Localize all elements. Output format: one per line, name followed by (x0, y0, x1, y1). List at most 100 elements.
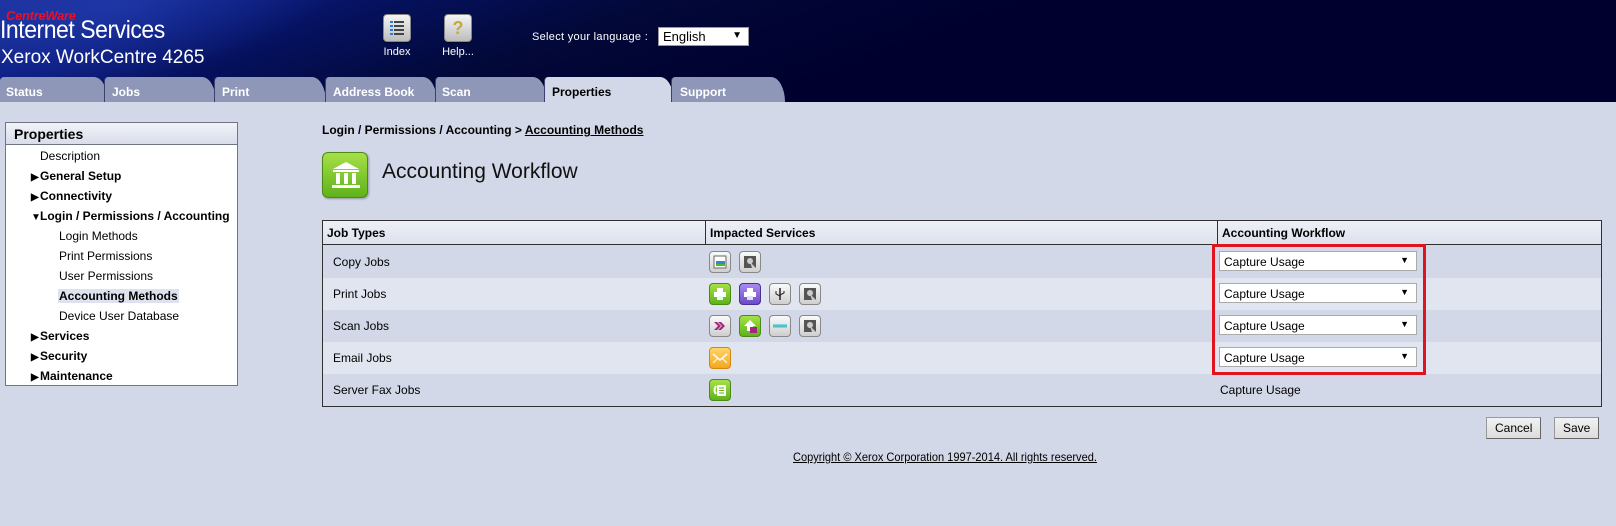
sidebar-item-label: Services (40, 329, 90, 343)
impacted-services (709, 315, 821, 337)
scan-icon (769, 315, 791, 337)
bank-building-icon (322, 152, 368, 198)
workflow-select-print[interactable]: Capture Usage ▼ (1219, 283, 1417, 303)
table-row-server-fax-jobs: Server Fax Jobs Capture Usage (323, 374, 1601, 406)
triangle-right-icon: ▶ (31, 172, 39, 183)
index-button[interactable]: Index (367, 14, 427, 58)
sidebar-item-user-permissions[interactable]: User Permissions (59, 269, 153, 283)
copy-icon (709, 251, 731, 273)
sidebar-item-general-setup[interactable]: ▶General Setup (31, 169, 121, 183)
breadcrumb: Login / Permissions / Accounting > Accou… (322, 123, 643, 137)
sidebar-item-label: Device User Database (59, 309, 180, 323)
language-label: Select your language : (532, 31, 649, 43)
tab-print[interactable]: Print (214, 77, 326, 102)
sidebar-item-label: Print Permissions (59, 249, 153, 263)
table-row-email-jobs: Email Jobs Capture Usage ▼ (323, 342, 1601, 374)
workflow-value-server-fax: Capture Usage (1220, 383, 1301, 397)
job-type: Server Fax Jobs (333, 383, 421, 397)
touch-icon (799, 283, 821, 305)
device-model: Xerox WorkCentre 4265 (1, 47, 205, 68)
cancel-button[interactable]: Cancel (1486, 417, 1542, 439)
tab-label: Print (222, 85, 250, 99)
email-icon (709, 347, 731, 369)
tab-properties[interactable]: Properties (544, 77, 674, 102)
workflow-value: Capture Usage (1224, 351, 1305, 365)
workflow-select-copy[interactable]: Capture Usage ▼ (1219, 251, 1417, 271)
table-row-print-jobs: Print Jobs Capture Usage ▼ (323, 278, 1601, 310)
help-label: Help... (442, 46, 474, 58)
sidebar-item-label: Security (40, 349, 88, 363)
job-type: Print Jobs (333, 287, 387, 301)
sidebar-item-services[interactable]: ▶Services (31, 329, 89, 343)
tab-label: Jobs (112, 85, 141, 99)
triangle-right-icon: ▶ (31, 192, 39, 203)
touch-icon (739, 251, 761, 273)
workflow-select-email[interactable]: Capture Usage ▼ (1219, 347, 1417, 367)
tab-jobs[interactable]: Jobs (104, 77, 216, 102)
header-accounting-workflow: Accounting Workflow (1217, 221, 1601, 245)
help-button[interactable]: ? Help... (428, 14, 488, 58)
sidebar-item-label: General Setup (40, 169, 122, 183)
chevron-down-icon: ▼ (1400, 351, 1409, 361)
tab-address-book[interactable]: Address Book (325, 77, 437, 102)
tab-label: Scan (442, 85, 471, 99)
tab-label: Address Book (333, 85, 415, 99)
triangle-right-icon: ▶ (31, 372, 39, 383)
tab-status[interactable]: Status (0, 77, 108, 102)
print-green-icon (709, 283, 731, 305)
sidebar-item-label: Maintenance (40, 369, 113, 383)
page-title: Accounting Workflow (382, 160, 578, 183)
job-type: Email Jobs (333, 351, 392, 365)
header-job-types: Job Types (327, 226, 386, 240)
workflow-scan-icon (709, 315, 731, 337)
breadcrumb-path: Login / Permissions / Accounting > (322, 123, 522, 137)
sidebar-item-login-permissions-accounting[interactable]: ▼Login / Permissions / Accounting (31, 209, 230, 223)
sidebar-item-device-user-database[interactable]: Device User Database (59, 309, 179, 323)
job-type: Copy Jobs (333, 255, 390, 269)
language-select[interactable]: English ▼ (658, 27, 749, 46)
index-label: Index (383, 46, 411, 58)
chevron-down-icon: ▼ (1400, 287, 1409, 297)
sidebar-title: Properties (6, 123, 237, 145)
sidebar-item-maintenance[interactable]: ▶Maintenance (31, 369, 113, 383)
brand-title: Internet Services (0, 16, 165, 44)
tab-support[interactable]: Support (671, 77, 785, 102)
workflow-value: Capture Usage (1224, 319, 1305, 333)
impacted-services (709, 379, 731, 401)
print-purple-icon (739, 283, 761, 305)
sidebar-item-label: Login Methods (59, 229, 138, 243)
sidebar-item-label: Login / Permissions / Accounting (40, 209, 230, 223)
chevron-down-icon: ▼ (1400, 255, 1409, 265)
table-row-copy-jobs: Copy Jobs Capture Usage ▼ (323, 246, 1601, 278)
workflow-value: Capture Usage (1224, 287, 1305, 301)
impacted-services (709, 251, 761, 273)
triangle-right-icon: ▶ (31, 332, 39, 343)
sidebar-item-security[interactable]: ▶Security (31, 349, 87, 363)
sidebar-item-print-permissions[interactable]: Print Permissions (59, 249, 152, 263)
tab-label: Support (680, 85, 726, 99)
sidebar-item-connectivity[interactable]: ▶Connectivity (31, 189, 112, 203)
index-icon (383, 14, 411, 42)
impacted-services (709, 283, 821, 305)
help-icon: ? (444, 14, 472, 42)
workflow-select-scan[interactable]: Capture Usage ▼ (1219, 315, 1417, 335)
header: CentreWare Internet Services Xerox WorkC… (0, 0, 1616, 102)
triangle-down-icon: ▼ (31, 212, 41, 223)
tab-label: Properties (552, 85, 612, 99)
usb-icon (769, 283, 791, 305)
save-button[interactable]: Save (1554, 417, 1600, 439)
table-row-scan-jobs: Scan Jobs Capture Usage ▼ (323, 310, 1601, 342)
sidebar-item-accounting-methods[interactable]: Accounting Methods (58, 289, 179, 303)
tab-scan[interactable]: Scan (435, 77, 547, 102)
triangle-right-icon: ▶ (31, 352, 39, 363)
breadcrumb-current[interactable]: Accounting Methods (525, 123, 644, 137)
copyright-link[interactable]: Copyright © Xerox Corporation 1997-2014.… (793, 450, 1097, 464)
sidebar-item-login-methods[interactable]: Login Methods (59, 229, 138, 243)
accounting-workflow-table: Job Types Impacted Services Accounting W… (322, 220, 1602, 407)
sidebar-item-description[interactable]: Description (40, 149, 100, 163)
table-header: Job Types Impacted Services Accounting W… (323, 221, 1601, 245)
server-fax-icon (709, 379, 731, 401)
header-impacted-services: Impacted Services (705, 221, 1217, 245)
scan-to-home-icon (739, 315, 761, 337)
sidebar-item-label: User Permissions (59, 269, 154, 283)
